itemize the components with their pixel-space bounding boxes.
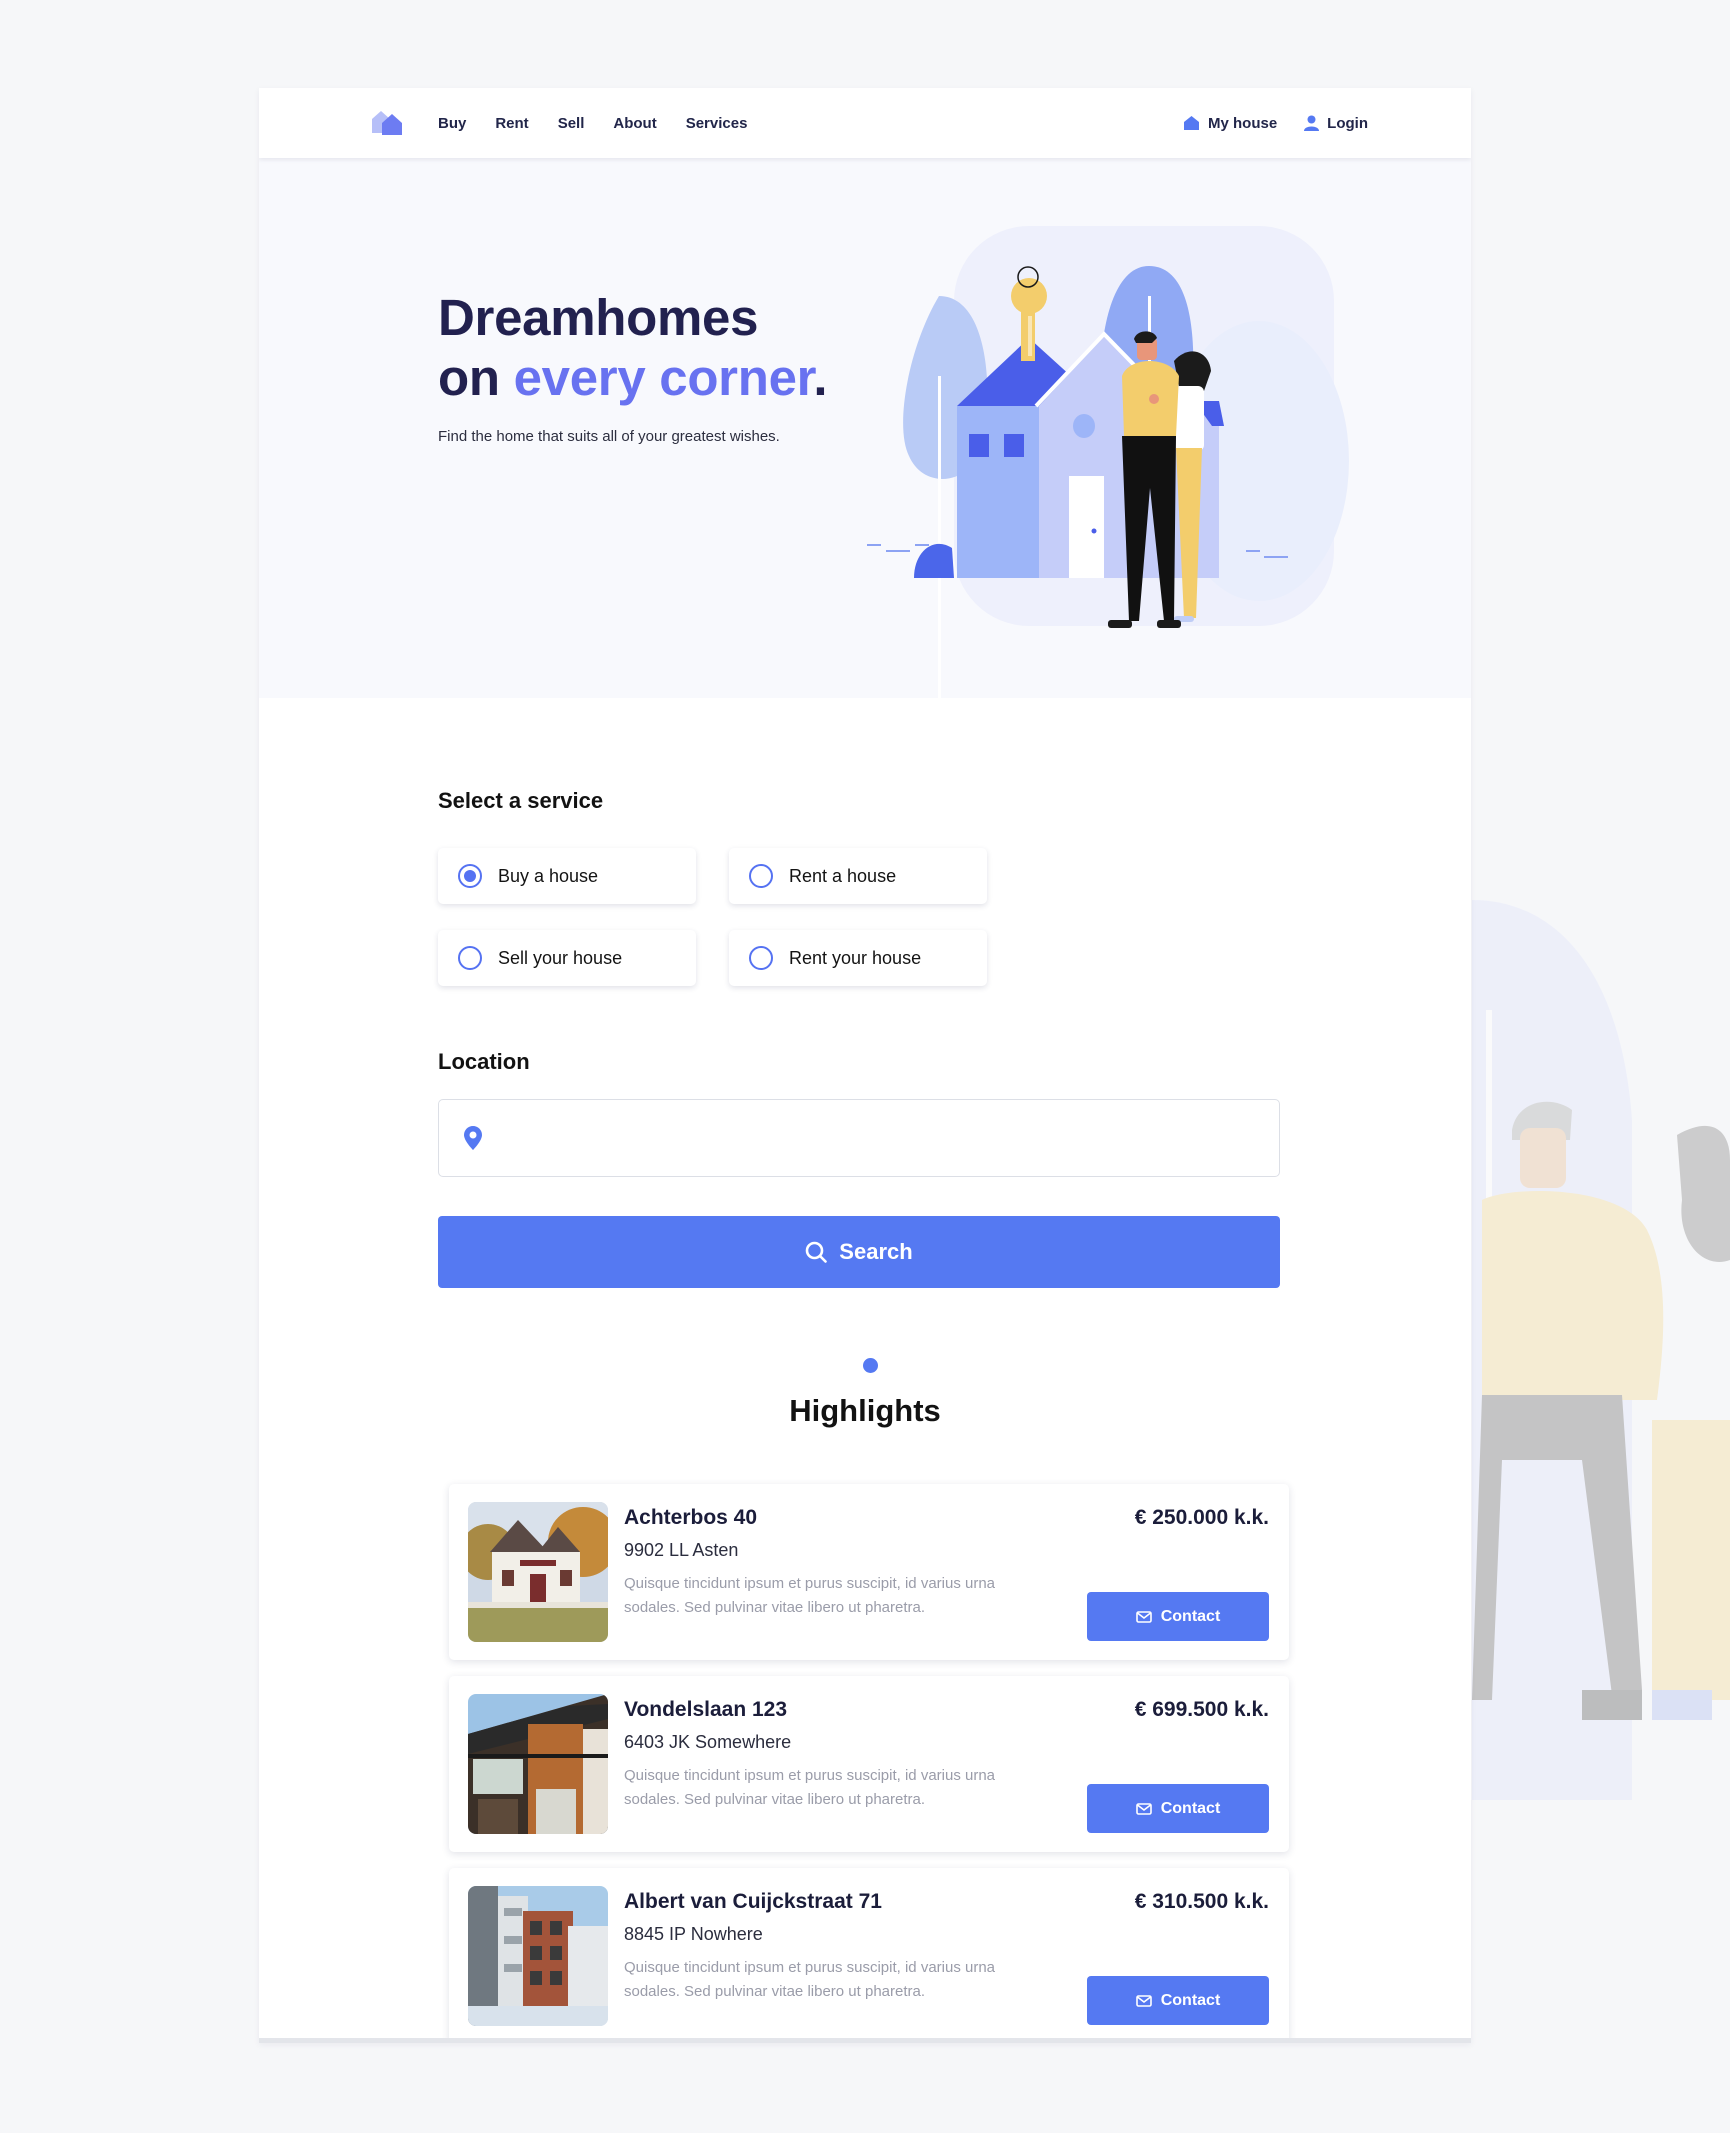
nav-link-rent[interactable]: Rent <box>495 115 528 132</box>
hero-title-accent: every corner <box>513 349 814 406</box>
cottage-photo[interactable] <box>468 1502 608 1642</box>
nav-actions: My house Login <box>1183 88 1368 158</box>
listing-description: Quisque tincidunt ipsum et purus suscipi… <box>624 1959 996 2000</box>
house-couple-illustration <box>814 226 1414 816</box>
contact-label: Contact <box>1160 1607 1221 1625</box>
contact-label: Contact <box>1160 1799 1221 1817</box>
user-icon <box>1304 115 1320 131</box>
listing-card[interactable]: Albert van Cuijckstraat 71 8845 IP Nowhe… <box>449 1868 1289 2038</box>
nav-link-services[interactable]: Services <box>686 115 748 132</box>
login-label: Login <box>1327 114 1368 132</box>
apartment-photo[interactable] <box>468 1886 608 2026</box>
modern-house-photo[interactable] <box>468 1694 608 1834</box>
hero-title-on: on <box>438 349 514 406</box>
logo-icon[interactable] <box>372 109 404 137</box>
service-option-label: Sell your house <box>498 947 623 968</box>
highlights-heading: Highlights <box>789 1393 941 1428</box>
contact-label: Contact <box>1160 1991 1221 2009</box>
nav-link-sell[interactable]: Sell <box>558 115 585 132</box>
listing-card[interactable]: Vondelslaan 123 6403 JK Somewhere Quisqu… <box>449 1676 1289 1852</box>
nav-link-about[interactable]: About <box>613 115 656 132</box>
hero-subtitle: Find the home that suits all of your gre… <box>438 428 780 445</box>
listing-price: € 699.500 k.k. <box>1134 1698 1269 1721</box>
mail-icon <box>1135 1802 1152 1815</box>
background-couple-illustration <box>1472 900 1730 1820</box>
my-house-label: My house <box>1207 114 1278 132</box>
listing-name: Vondelslaan 123 <box>624 1698 788 1721</box>
radio-icon[interactable] <box>749 946 773 970</box>
listing-name: Albert van Cuijckstraat 71 <box>624 1890 882 1913</box>
nav-link-buy[interactable]: Buy <box>438 115 466 132</box>
listing-name: Achterbos 40 <box>624 1506 758 1529</box>
contact-button[interactable]: Contact <box>1087 1592 1269 1641</box>
house-icon <box>1183 116 1199 130</box>
service-option-rent[interactable]: Rent a house <box>729 848 987 904</box>
radio-icon[interactable] <box>458 946 482 970</box>
nav-links: Buy Rent Sell About Services <box>438 88 747 158</box>
login-link[interactable]: Login <box>1304 115 1368 132</box>
listing-price: € 250.000 k.k. <box>1134 1506 1269 1529</box>
top-navigation: Buy Rent Sell About Services My house Lo… <box>259 88 1471 158</box>
service-option-rent-out[interactable]: Rent your house <box>729 930 987 986</box>
listing-card[interactable]: Achterbos 40 9902 LL Asten Quisque tinci… <box>449 1484 1289 1660</box>
listing-description: Quisque tincidunt ipsum et purus suscipi… <box>624 1575 996 1616</box>
service-options: Buy a house Rent a house Sell your house… <box>438 848 988 986</box>
listing-price: € 310.500 k.k. <box>1134 1890 1269 1913</box>
mail-icon <box>1135 1610 1152 1623</box>
service-heading: Select a service <box>438 788 604 813</box>
page-frame: Buy Rent Sell About Services My house Lo… <box>259 88 1471 2043</box>
hero-title-line1: Dreamhomes <box>438 289 759 346</box>
listing-address: 9902 LL Asten <box>624 1540 739 1560</box>
listing-description: Quisque tincidunt ipsum et purus suscipi… <box>624 1767 996 1808</box>
listing-address: 6403 JK Somewhere <box>624 1732 792 1752</box>
location-heading: Location <box>438 1049 530 1074</box>
listing-address: 8845 IP Nowhere <box>624 1924 763 1944</box>
my-house-link[interactable]: My house <box>1183 115 1277 132</box>
location-input[interactable] <box>502 1118 1279 1158</box>
service-option-sell[interactable]: Sell your house <box>438 930 696 986</box>
location-field[interactable] <box>438 1099 1280 1177</box>
contact-button[interactable]: Contact <box>1087 1784 1269 1833</box>
radio-selected-icon[interactable] <box>458 864 482 888</box>
service-option-label: Rent a house <box>789 865 897 886</box>
search-icon <box>805 1241 828 1263</box>
service-option-label: Rent your house <box>789 947 922 968</box>
hero-title: Dreamhomes on every corner. <box>438 288 828 408</box>
service-option-buy[interactable]: Buy a house <box>438 848 696 904</box>
search-button[interactable]: Search <box>438 1216 1280 1288</box>
radio-icon[interactable] <box>749 864 773 888</box>
mail-icon <box>1135 1994 1152 2007</box>
section-dot-marker <box>863 1358 878 1373</box>
map-pin-icon <box>464 1126 482 1150</box>
search-label: Search <box>839 1239 913 1264</box>
contact-button[interactable]: Contact <box>1087 1976 1269 2025</box>
service-option-label: Buy a house <box>498 865 599 886</box>
